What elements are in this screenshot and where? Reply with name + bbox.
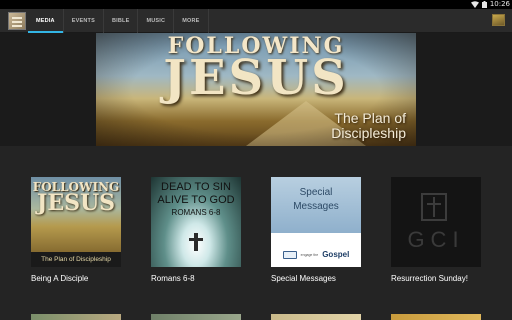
book-icon — [282, 250, 297, 259]
media-card-resurrection-sunday[interactable]: GCI Resurrection Sunday! — [391, 177, 483, 283]
tab-bar: MEDIA EVENTS BIBLE MUSIC MORE — [0, 9, 512, 33]
banner-title-line2: JESUS — [163, 50, 349, 106]
status-time: 10:26 — [489, 0, 510, 8]
tab-strip: MEDIA EVENTS BIBLE MUSIC MORE — [28, 9, 209, 33]
cross-vertical — [433, 197, 435, 217]
church-image-icon[interactable] — [492, 14, 505, 26]
thumb-text-line1: DEAD TO SIN — [161, 181, 231, 193]
featured-banner-area: FOLLOWING JESUS The Plan of Discipleship — [0, 33, 512, 146]
tab-events[interactable]: EVENTS — [64, 9, 104, 33]
battery-icon — [481, 1, 487, 8]
logo-stripe — [12, 25, 22, 27]
media-thumbnail: Special Messages engage the Gospel — [271, 177, 361, 267]
media-title: Romans 6-8 — [151, 274, 195, 283]
thumb-text-line1: Special — [299, 187, 333, 198]
thumb-brand: engage the Gospel — [271, 250, 361, 259]
media-card-special-messages[interactable]: Special Messages engage the Gospel Speci… — [271, 177, 363, 283]
media-title: Being A Disciple — [31, 274, 89, 283]
media-thumbnail: DEAD TO SIN ALIVE TO GOD ROMANS 6-8 — [151, 177, 241, 267]
media-grid: FOLLOWING JESUS The Plan of Discipleship… — [0, 146, 512, 320]
tab-media[interactable]: MEDIA — [28, 9, 64, 33]
thumb-text-line2: ALIVE TO GOD — [157, 194, 235, 206]
thumb-brand-small: engage the — [300, 252, 319, 257]
thumb-brand-name: Gospel — [322, 250, 350, 259]
media-card-next-row[interactable] — [391, 314, 481, 320]
logo-stripe — [12, 21, 22, 23]
cross-icon-bar — [189, 238, 203, 241]
tab-music[interactable]: MUSIC — [138, 9, 175, 33]
media-card-next-row[interactable] — [31, 314, 121, 320]
cross-horizontal — [427, 203, 441, 205]
status-bar: 10:26 — [0, 0, 512, 9]
thumb-text-line2: JESUS — [36, 190, 116, 216]
media-card-next-row[interactable] — [151, 314, 241, 320]
status-icons: 10:26 — [470, 0, 510, 9]
media-card-romans[interactable]: DEAD TO SIN ALIVE TO GOD ROMANS 6-8 Roma… — [151, 177, 243, 283]
media-thumbnail: FOLLOWING JESUS The Plan of Discipleship — [31, 177, 121, 267]
media-card-next-row[interactable] — [271, 314, 361, 320]
cross-icon — [194, 233, 198, 251]
media-title: Special Messages — [271, 274, 336, 283]
thumb-caption: The Plan of Discipleship — [31, 252, 121, 267]
media-card-being-a-disciple[interactable]: FOLLOWING JESUS The Plan of Discipleship… — [31, 177, 123, 283]
banner-subtitle: The Plan of Discipleship — [331, 110, 406, 141]
thumb-text-line3: ROMANS 6-8 — [171, 208, 221, 217]
cross-frame-icon — [421, 193, 447, 221]
tab-more[interactable]: MORE — [174, 9, 209, 33]
thumb-text-line2: Messages — [293, 201, 339, 212]
logo-stripe — [12, 17, 22, 19]
thumb-logo-text: GCI — [407, 227, 465, 252]
media-thumbnail: GCI — [391, 177, 481, 267]
featured-banner[interactable]: FOLLOWING JESUS The Plan of Discipleship — [96, 33, 416, 146]
app-logo[interactable] — [8, 12, 26, 30]
media-title: Resurrection Sunday! — [391, 274, 468, 283]
wifi-icon — [470, 1, 479, 8]
tab-bible[interactable]: BIBLE — [104, 9, 139, 33]
